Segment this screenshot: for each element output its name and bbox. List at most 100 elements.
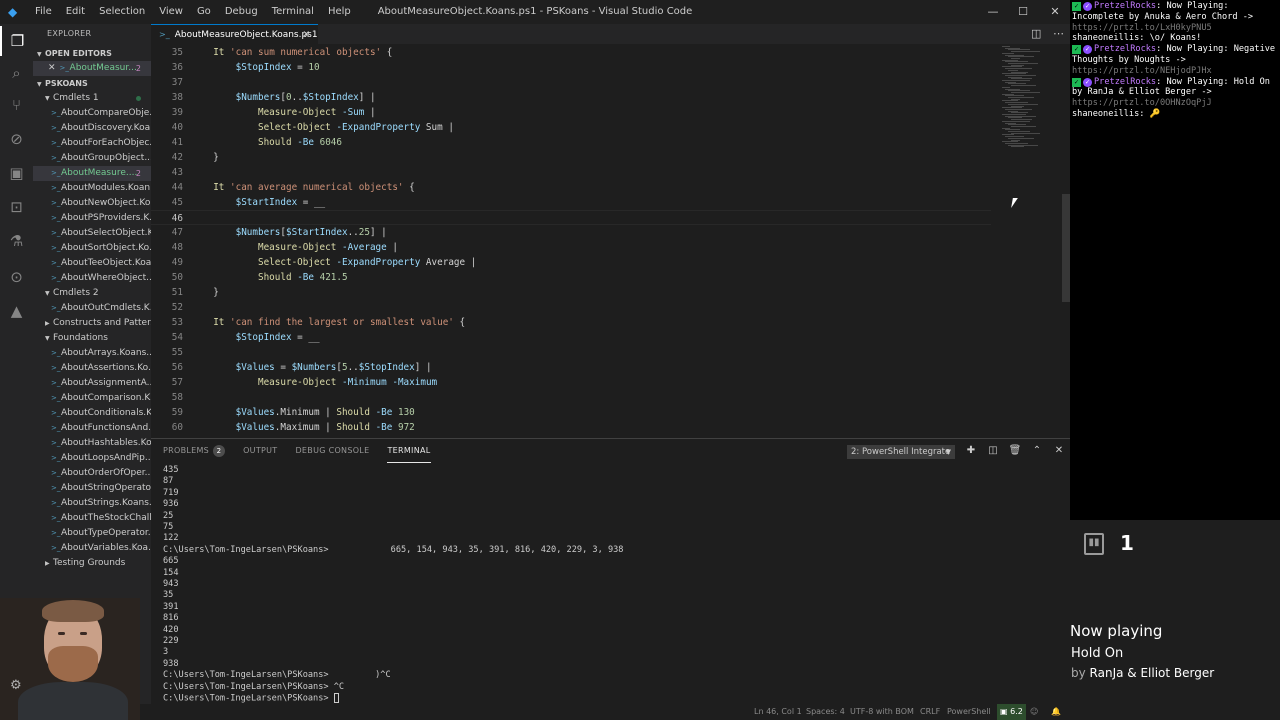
code-line[interactable]: 49 Select-Object -ExpandProperty Average… [151,255,991,270]
sidebar-file[interactable]: >_AboutAssertions.Ko... [33,361,151,376]
code-line[interactable]: 47 $Numbers[$StartIndex..25] | [151,225,991,240]
sidebar-file[interactable]: >_AboutWhereObject.... [33,271,151,286]
tab-output[interactable]: OUTPUT [243,439,277,463]
code-line[interactable]: 38 $Numbers[0..$StopIndex] | [151,90,991,105]
debug-icon[interactable]: ⊘ [0,124,33,154]
sidebar-file[interactable]: >_AboutMeasure.... 2 [33,166,151,181]
menu-selection[interactable]: Selection [92,0,152,24]
menu-help[interactable]: Help [321,0,358,24]
sidebar-file[interactable]: >_AboutHashtables.Ko... [33,436,151,451]
folder-cmdlets2[interactable]: ▼ Cmdlets 2 [33,286,151,301]
sidebar-file[interactable]: >_AboutLoopsAndPip... [33,451,151,466]
folder-foundations[interactable]: ▼ Foundations [33,331,151,346]
encoding[interactable]: UTF-8 with BOM [850,704,914,720]
tab-problems[interactable]: PROBLEMS 2 [163,439,226,463]
minimap[interactable] [998,44,1058,438]
code-line[interactable]: 41 Should -Be 6046 [151,135,991,150]
line-endings[interactable]: CRLF [920,704,940,720]
docker-icon[interactable]: ⊙ [0,262,33,292]
sidebar-file[interactable]: >_AboutDiscovery.Koa... [33,121,151,136]
sidebar-file[interactable]: >_AboutFunctionsAnd... [33,421,151,436]
settings-gear-icon[interactable]: ⚙ [10,678,22,693]
tab-terminal[interactable]: TERMINAL [387,439,431,463]
sidebar-file[interactable]: >_AboutStringOperato... [33,481,151,496]
code-line[interactable]: 44 It 'can average numerical objects' { [151,180,991,195]
split-terminal-icon[interactable]: ◫ [986,444,1000,458]
close-icon[interactable]: ✕ [1040,0,1070,24]
indentation[interactable]: Spaces: 4 [806,704,845,720]
terminal-output[interactable]: 435 87 719 936 25 75 122 C:\Users\Tom-IngeLarse… [163,463,1053,705]
sidebar-file[interactable]: >_AboutVariables.Koa... [33,541,151,556]
azure-icon[interactable]: ▲ [0,296,33,326]
sidebar-file[interactable]: >_AboutPSProviders.K... [33,211,151,226]
menu-file[interactable]: File [28,0,59,24]
code-line[interactable]: 46 [151,210,991,225]
code-line[interactable]: 57 Measure-Object -Minimum -Maximum [151,375,991,390]
open-editor-item[interactable]: ✕ >_AboutMeasur... 2 [33,61,151,76]
sidebar-file[interactable]: >_AboutOrderOfOper... [33,466,151,481]
open-editors-section[interactable]: ▼ OPEN EDITORS [33,46,151,61]
chat-link[interactable]: https://prtzl.to/NEHjodPJHx [1072,66,1212,76]
code-line[interactable]: 58 [151,390,991,405]
sidebar-file[interactable]: >_AboutTeeObject.Koa... [33,256,151,271]
code-line[interactable]: 55 [151,345,991,360]
code-line[interactable]: 40 Select-Object -ExpandProperty Sum | [151,120,991,135]
sidebar-file[interactable]: >_AboutSelectObject.K... [33,226,151,241]
source-control-icon[interactable]: ⑂ [0,90,33,120]
maximize-icon[interactable]: ☐ [1008,0,1038,24]
sidebar-file[interactable]: >_AboutTheStockChall... [33,511,151,526]
code-line[interactable]: 43 [151,165,991,180]
language-mode[interactable]: PowerShell [947,704,991,720]
chat-link[interactable]: https://prtzl.to/LxH0kyPNU5 [1072,23,1212,33]
search-icon[interactable]: ⌕ [0,58,33,88]
code-line[interactable]: 45 $StartIndex = __ [151,195,991,210]
menu-edit[interactable]: Edit [59,0,92,24]
sidebar-file[interactable]: >_AboutAssignmentA... [33,376,151,391]
folder-constructs[interactable]: ▶ Constructs and Patter... [33,316,151,331]
code-line[interactable]: 56 $Values = $Numbers[5..$StopIndex] | [151,360,991,375]
sidebar-file[interactable]: >_AboutArrays.Koans.... [33,346,151,361]
minimize-icon[interactable]: — [978,0,1008,24]
code-line[interactable]: 42 } [151,150,991,165]
sidebar-file[interactable]: >_AboutGroupObject.... [33,151,151,166]
code-line[interactable]: 60 $Values.Maximum | Should -Be 972 [151,420,991,435]
sidebar-file[interactable]: >_AboutOutCmdlets.K... [33,301,151,316]
terminal-icon[interactable]: ⊡ [0,192,33,222]
close-tab-icon[interactable]: ✕ [302,25,310,45]
code-line[interactable]: 53 It 'can find the largest or smallest … [151,315,991,330]
terminal-select[interactable]: 2: PowerShell Integrate ▼ [847,445,955,459]
cursor-position[interactable]: Ln 46, Col 1 [754,704,802,720]
menu-go[interactable]: Go [190,0,218,24]
code-line[interactable]: 39 Measure-Object -Sum | [151,105,991,120]
test-icon[interactable]: ⚗ [0,226,33,256]
extensions-icon[interactable]: ▣ [0,158,33,188]
project-section[interactable]: ▼ PSKOANS [33,76,151,91]
menu-debug[interactable]: Debug [218,0,265,24]
maximize-panel-icon[interactable]: ⌃ [1030,444,1044,458]
sidebar-file[interactable]: >_AboutForEachObjec... [33,136,151,151]
sidebar-file[interactable]: >_AboutModules.Koan... [33,181,151,196]
menu-terminal[interactable]: Terminal [265,0,321,24]
kill-terminal-icon[interactable]: 🗑 [1008,444,1022,458]
sidebar-file[interactable]: >_AboutNewObject.Ko... [33,196,151,211]
notifications-icon[interactable]: 🔔 [1051,704,1061,720]
code-line[interactable]: 51 } [151,285,991,300]
explorer-icon[interactable]: ❐ [0,26,33,56]
code-line[interactable]: 52 [151,300,991,315]
code-editor[interactable]: 35 It 'can sum numerical objects' {36 $S… [151,44,1070,438]
tab-aboutmeasureobject[interactable]: >_ AboutMeasureObject.Koans.ps1 ✕ [151,24,318,44]
feedback-icon[interactable]: ☺ [1030,704,1038,720]
chat-link[interactable]: https://prtzl.to/0OHNzOqPjJ [1072,98,1212,108]
close-panel-icon[interactable]: ✕ [1052,444,1066,458]
code-line[interactable]: 59 $Values.Minimum | Should -Be 130 [151,405,991,420]
code-line[interactable]: 36 $StopIndex = 10 [151,60,991,75]
sidebar-file[interactable]: >_AboutComparison.K... [33,391,151,406]
code-line[interactable]: 37 [151,75,991,90]
sidebar-file[interactable]: >_AboutStrings.Koans.... [33,496,151,511]
tab-debug-console[interactable]: DEBUG CONSOLE [295,439,369,463]
sidebar-file[interactable]: >_AboutSortObject.Ko... [33,241,151,256]
sidebar-file[interactable]: >_AboutCompareObje... [33,106,151,121]
split-editor-icon[interactable]: ◫ [1031,24,1041,44]
code-line[interactable]: 50 Should -Be 421.5 [151,270,991,285]
powershell-version[interactable]: ▣ 6.2 [997,704,1026,720]
